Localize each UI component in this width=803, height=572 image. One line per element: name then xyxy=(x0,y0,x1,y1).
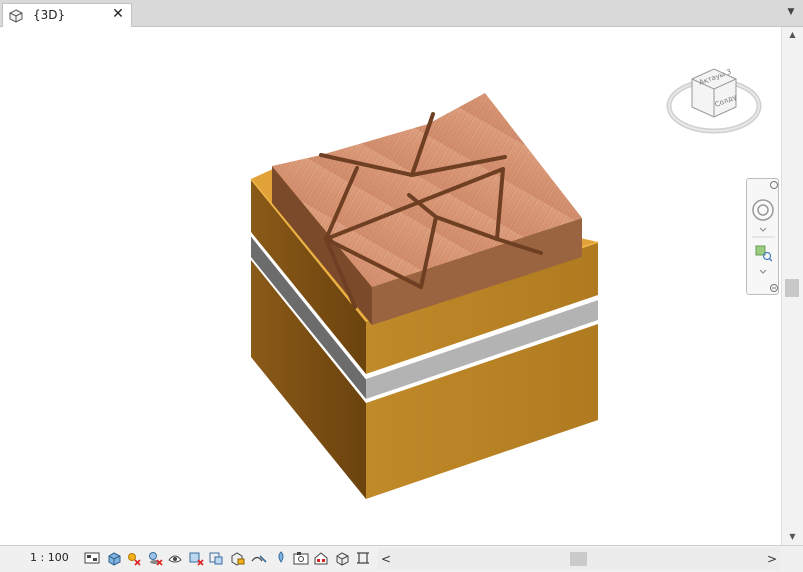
crop-view-icon[interactable] xyxy=(188,550,204,566)
zoom-dropdown-icon[interactable] xyxy=(759,269,767,274)
view-control-bar: 1 : 100 < > xyxy=(0,545,803,572)
detail-level-icon[interactable] xyxy=(84,550,100,566)
visual-style-icon[interactable] xyxy=(106,550,122,566)
reveal-constraints-icon[interactable] xyxy=(355,550,371,566)
temporary-view-properties-icon[interactable] xyxy=(293,550,309,566)
shadows-icon[interactable] xyxy=(147,550,163,566)
tab-3d-view[interactable]: {3D} ✕ xyxy=(2,3,132,27)
tab-menu-chevron-icon[interactable]: ▼ xyxy=(785,6,797,18)
3d-view-icon xyxy=(9,9,23,23)
customize-navbar-icon[interactable] xyxy=(770,284,778,292)
full-navigation-wheel-icon[interactable] xyxy=(752,199,774,221)
vertical-scrollbar[interactable]: ▲ ▼ xyxy=(781,27,803,545)
tab-label: {3D} xyxy=(33,8,66,22)
rendering-dialog-icon[interactable] xyxy=(167,550,183,566)
scroll-right-icon[interactable]: > xyxy=(764,548,780,570)
scroll-up-icon[interactable]: ▲ xyxy=(782,27,803,43)
reveal-hidden-elements-icon[interactable] xyxy=(273,550,289,566)
horizontal-scrollbar[interactable]: < > xyxy=(378,548,780,570)
navigation-bar xyxy=(746,178,779,295)
unlocked-3d-view-icon[interactable] xyxy=(229,550,245,566)
3d-view-canvas[interactable]: Ақтауы З Солдү xyxy=(0,27,780,545)
highlight-displacement-sets-icon[interactable] xyxy=(334,550,350,566)
sun-path-icon[interactable] xyxy=(125,550,141,566)
scroll-left-icon[interactable]: < xyxy=(378,548,394,570)
temporary-hide-isolate-icon[interactable] xyxy=(251,550,267,566)
view-scale[interactable]: 1 : 100 xyxy=(30,551,69,564)
vertical-scroll-thumb[interactable] xyxy=(785,279,799,297)
close-icon[interactable]: ✕ xyxy=(110,6,126,22)
close-navbar-icon[interactable] xyxy=(770,181,778,189)
scroll-down-icon[interactable]: ▼ xyxy=(782,529,803,545)
zoom-region-icon[interactable] xyxy=(755,245,773,262)
view-cube[interactable]: Ақтауы З Солдү xyxy=(666,68,762,134)
horizontal-scroll-thumb[interactable] xyxy=(570,552,587,566)
3d-model-view[interactable]: Ақтауы З Солдү xyxy=(0,27,780,545)
show-crop-region-icon[interactable] xyxy=(208,550,224,566)
wheel-dropdown-icon[interactable] xyxy=(759,227,767,232)
view-tab-bar: {3D} ✕ ▼ xyxy=(0,0,803,27)
show-analytical-model-icon[interactable] xyxy=(313,550,329,566)
